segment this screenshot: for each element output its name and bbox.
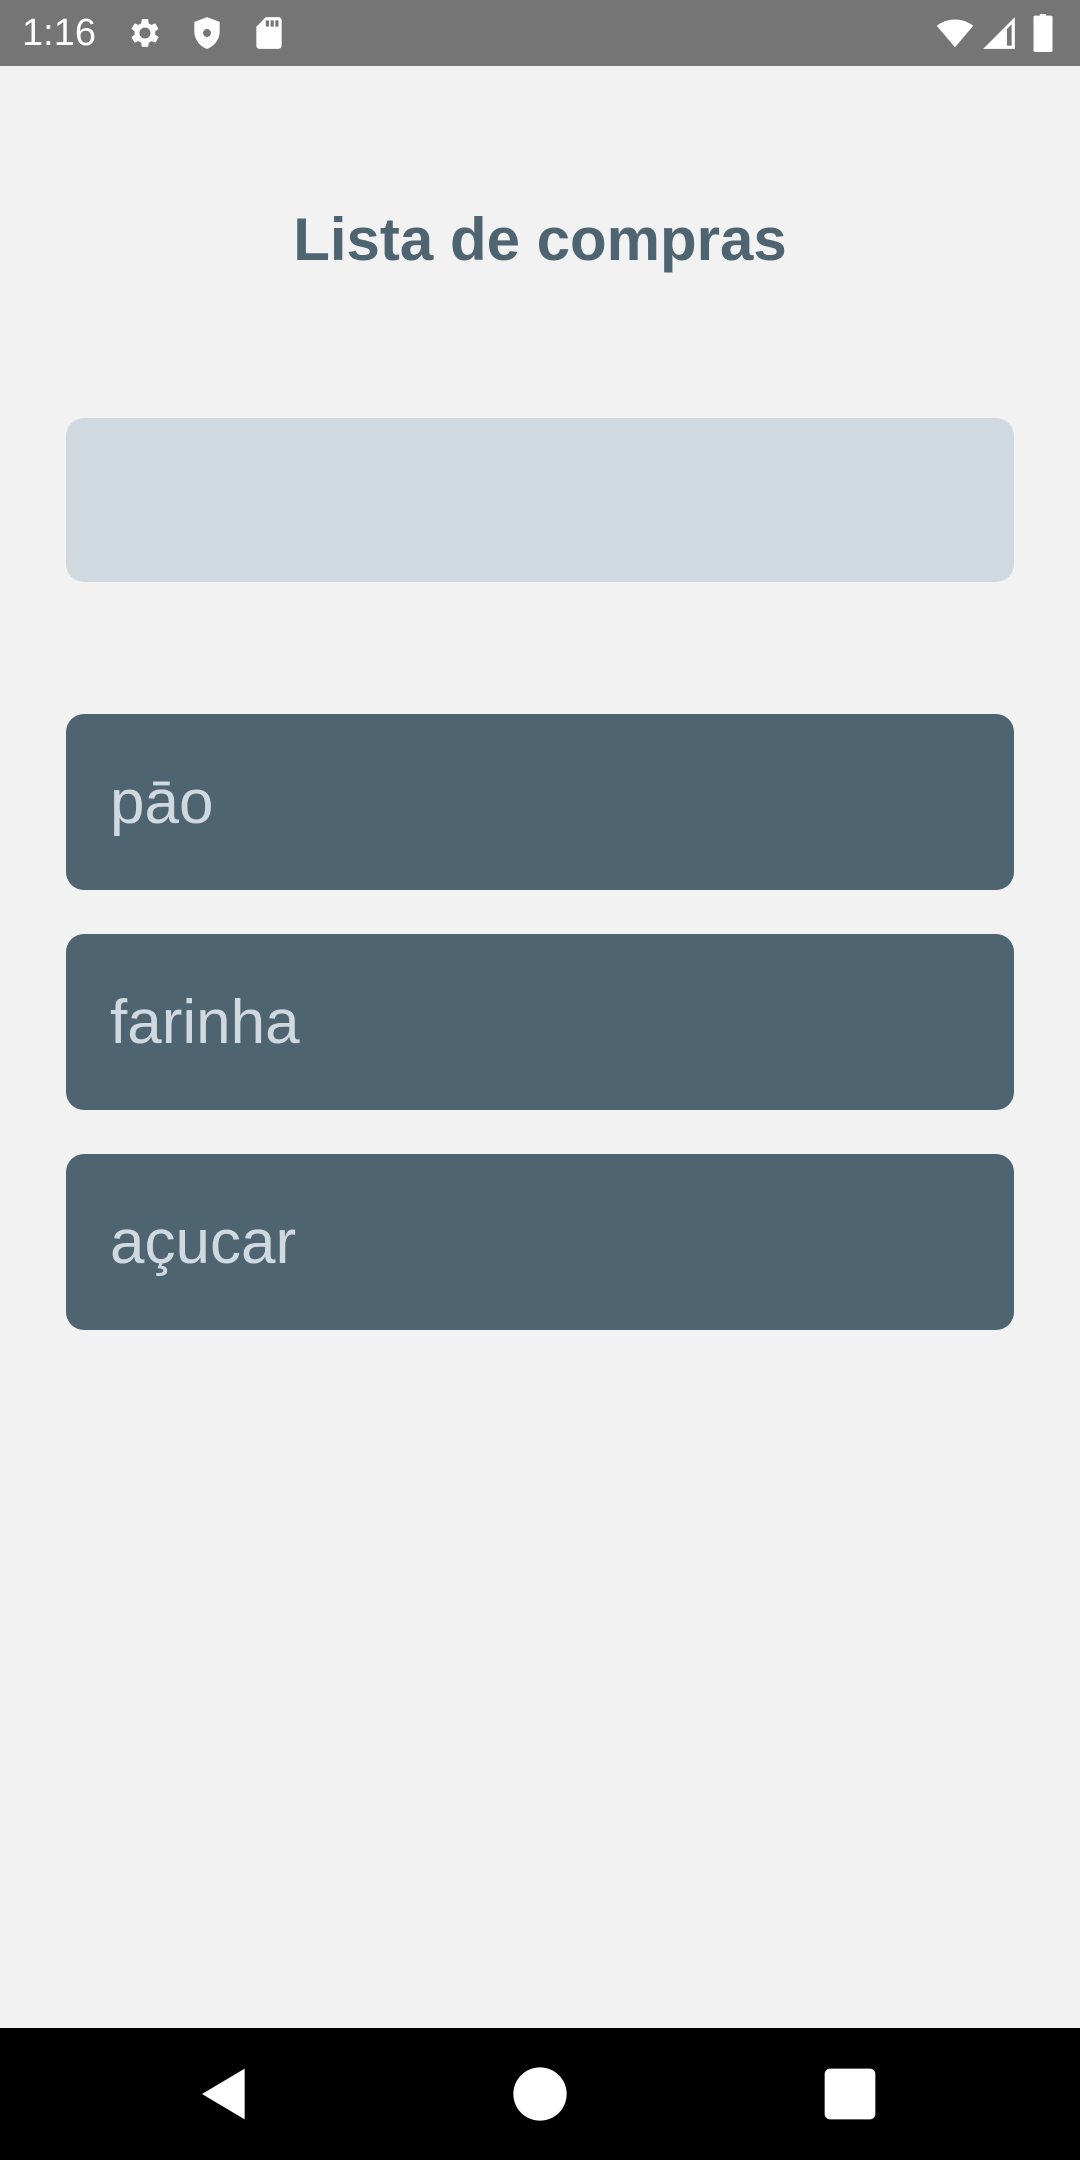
list-item-label: farinha [110,987,300,1057]
home-icon[interactable] [508,2062,572,2126]
list-item[interactable]: farinha [66,934,1014,1110]
gear-icon [126,14,164,52]
battery-icon [1030,14,1056,52]
wifi-icon [936,14,974,52]
list-item-label: pāo [110,767,214,837]
shopping-list-screen: Lista de compras pāo farinha açucar [0,66,1080,2028]
status-bar: 1:16 [0,0,1080,66]
list-item-label: açucar [110,1207,297,1277]
shield-icon [188,14,226,52]
back-icon[interactable] [194,2062,258,2126]
navigation-bar [0,2028,1080,2160]
new-item-input[interactable] [66,418,1014,582]
status-time: 1:16 [22,12,96,54]
list-item[interactable]: pāo [66,714,1014,890]
page-title: Lista de compras [293,206,787,273]
cell-signal-icon [980,14,1018,52]
sd-card-icon [250,14,288,52]
shopping-list: pāo farinha açucar [66,714,1014,1374]
recents-icon[interactable] [818,2062,882,2126]
list-item[interactable]: açucar [66,1154,1014,1330]
